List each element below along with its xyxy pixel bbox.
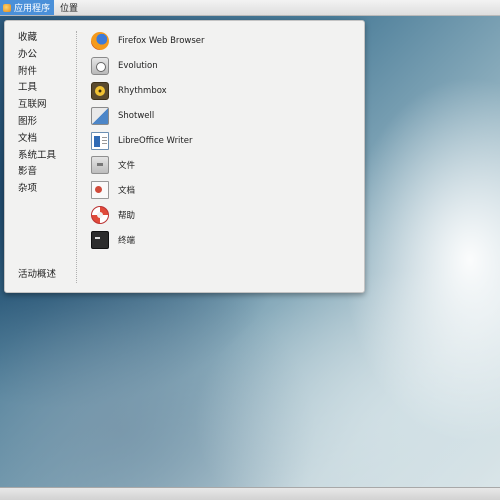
app-item-files[interactable]: 文件 — [91, 153, 351, 178]
category-internet[interactable]: 互联网 — [18, 97, 76, 114]
category-list: 收藏 办公 附件 工具 互联网 图形 文档 系统工具 影音 杂项 — [18, 30, 76, 198]
app-label: 文档 — [118, 186, 136, 197]
top-panel: 应用程序 位置 — [0, 0, 500, 16]
category-tools[interactable]: 工具 — [18, 80, 76, 97]
app-item-firefox[interactable]: Firefox Web Browser — [91, 29, 351, 54]
applications-icon — [3, 3, 11, 12]
shotwell-icon — [91, 106, 109, 125]
app-label: 文件 — [118, 161, 136, 172]
app-label: 终端 — [118, 235, 136, 246]
activities-overview-item[interactable]: 活动概述 — [18, 266, 56, 280]
files-icon — [91, 156, 109, 175]
application-list: Firefox Web Browser Evolution Rhythmbox … — [91, 29, 351, 252]
category-other[interactable]: 杂项 — [18, 181, 76, 198]
app-item-terminal[interactable]: 终端 — [91, 227, 351, 252]
app-label: LibreOffice Writer — [118, 135, 193, 146]
category-sound-video[interactable]: 影音 — [18, 164, 76, 181]
menu-divider — [76, 31, 77, 283]
applications-menu-label: 应用程序 — [14, 4, 51, 14]
app-item-shotwell[interactable]: Shotwell — [91, 103, 351, 128]
evolution-icon — [91, 57, 109, 76]
documents-icon — [91, 181, 109, 200]
app-label: Shotwell — [118, 110, 155, 121]
app-label: 帮助 — [118, 210, 136, 221]
app-item-evolution[interactable]: Evolution — [91, 54, 351, 79]
applications-menu-button[interactable]: 应用程序 — [0, 0, 55, 15]
category-accessories[interactable]: 附件 — [18, 64, 76, 81]
rhythmbox-icon — [91, 81, 109, 100]
category-favorites[interactable]: 收藏 — [18, 30, 76, 47]
libreoffice-writer-icon — [91, 131, 109, 150]
app-label: Evolution — [118, 61, 158, 72]
places-menu-button[interactable]: 位置 — [54, 1, 84, 14]
terminal-icon — [91, 230, 109, 249]
app-item-help[interactable]: 帮助 — [91, 203, 351, 228]
app-item-libreoffice-writer[interactable]: LibreOffice Writer — [91, 128, 351, 153]
bottom-panel — [0, 487, 500, 500]
firefox-icon — [91, 32, 109, 51]
help-icon — [91, 205, 109, 224]
category-graphics[interactable]: 图形 — [18, 114, 76, 131]
category-office[interactable]: 办公 — [18, 47, 76, 64]
category-documents[interactable]: 文档 — [18, 131, 76, 148]
app-item-documents[interactable]: 文档 — [91, 178, 351, 203]
app-item-rhythmbox[interactable]: Rhythmbox — [91, 79, 351, 104]
app-label: Rhythmbox — [118, 85, 167, 96]
category-system-tools[interactable]: 系统工具 — [18, 148, 76, 165]
applications-menu-popup: 收藏 办公 附件 工具 互联网 图形 文档 系统工具 影音 杂项 活动概述 Fi… — [4, 20, 365, 293]
app-label: Firefox Web Browser — [118, 36, 205, 47]
